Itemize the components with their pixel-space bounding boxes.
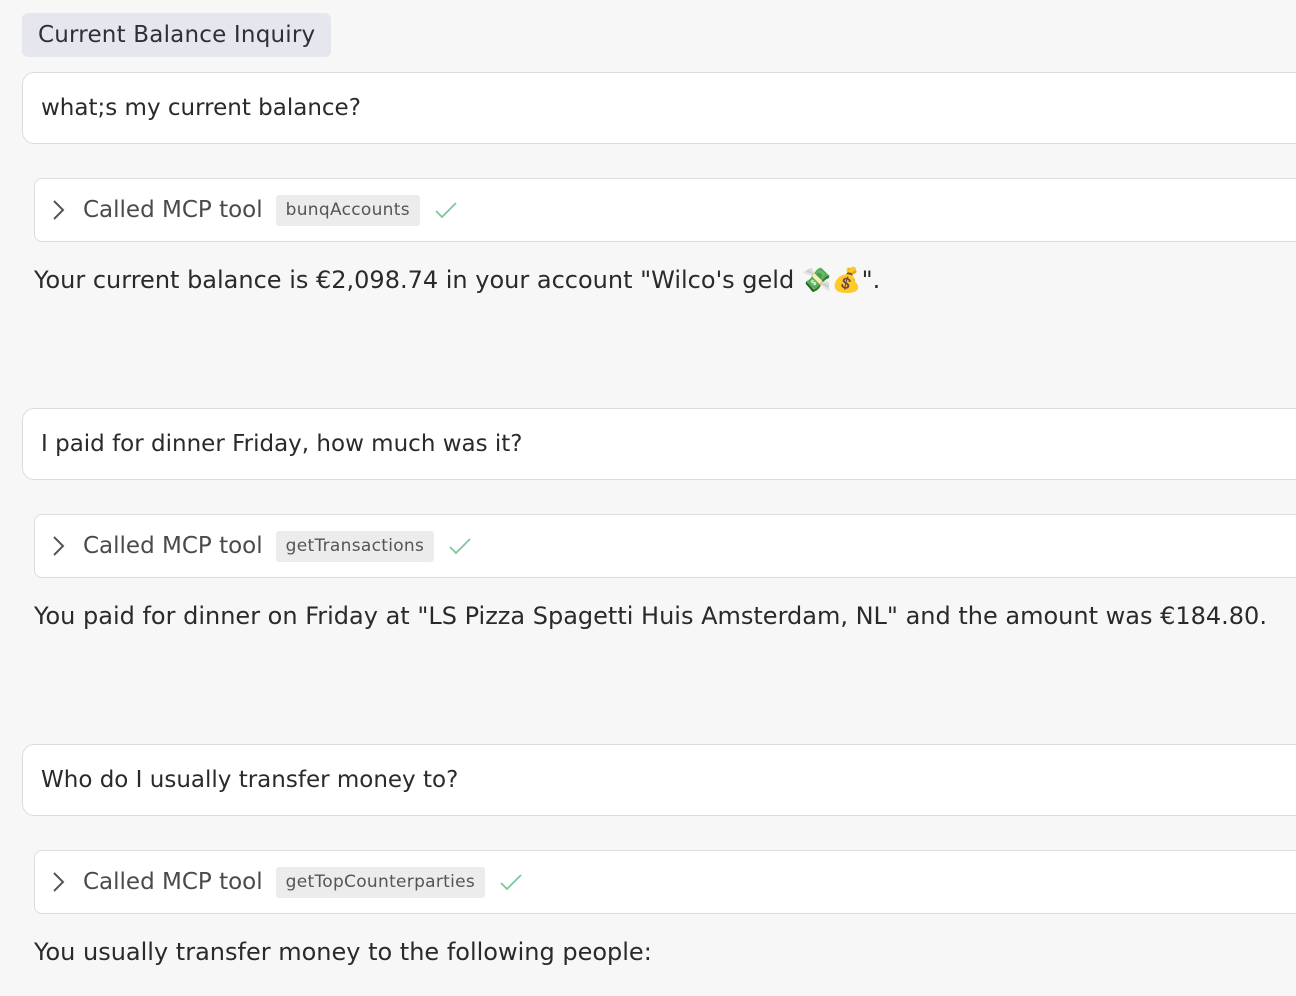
conversation-title[interactable]: Current Balance Inquiry — [22, 13, 332, 57]
user-message[interactable]: what;s my current balance? — [22, 72, 1296, 144]
tool-call-label: Called MCP tool — [83, 869, 263, 895]
checkmark-icon — [448, 534, 472, 558]
tool-name-badge: bunqAccounts — [275, 194, 420, 226]
checkmark-icon — [499, 870, 523, 894]
chat-page: Current Balance Inquiry what;s my curren… — [0, 0, 1296, 996]
checkmark-icon — [434, 198, 458, 222]
chevron-right-icon[interactable] — [51, 870, 71, 894]
tool-name-badge: getTransactions — [275, 530, 435, 562]
chevron-right-icon[interactable] — [51, 534, 71, 558]
tool-call-row[interactable]: Called MCP tool bunqAccounts — [34, 178, 1296, 242]
assistant-reply: Your current balance is €2,098.74 in you… — [34, 266, 881, 294]
assistant-reply: You usually transfer money to the follow… — [34, 938, 652, 966]
assistant-reply: You paid for dinner on Friday at "LS Piz… — [34, 602, 1267, 630]
user-message[interactable]: I paid for dinner Friday, how much was i… — [22, 408, 1296, 480]
tool-call-label: Called MCP tool — [83, 533, 263, 559]
user-message[interactable]: Who do I usually transfer money to? — [22, 744, 1296, 816]
tool-name-badge: getTopCounterparties — [275, 866, 486, 898]
tool-call-row[interactable]: Called MCP tool getTransactions — [34, 514, 1296, 578]
tool-call-row[interactable]: Called MCP tool getTopCounterparties — [34, 850, 1296, 914]
chevron-right-icon[interactable] — [51, 198, 71, 222]
tool-call-label: Called MCP tool — [83, 197, 263, 223]
